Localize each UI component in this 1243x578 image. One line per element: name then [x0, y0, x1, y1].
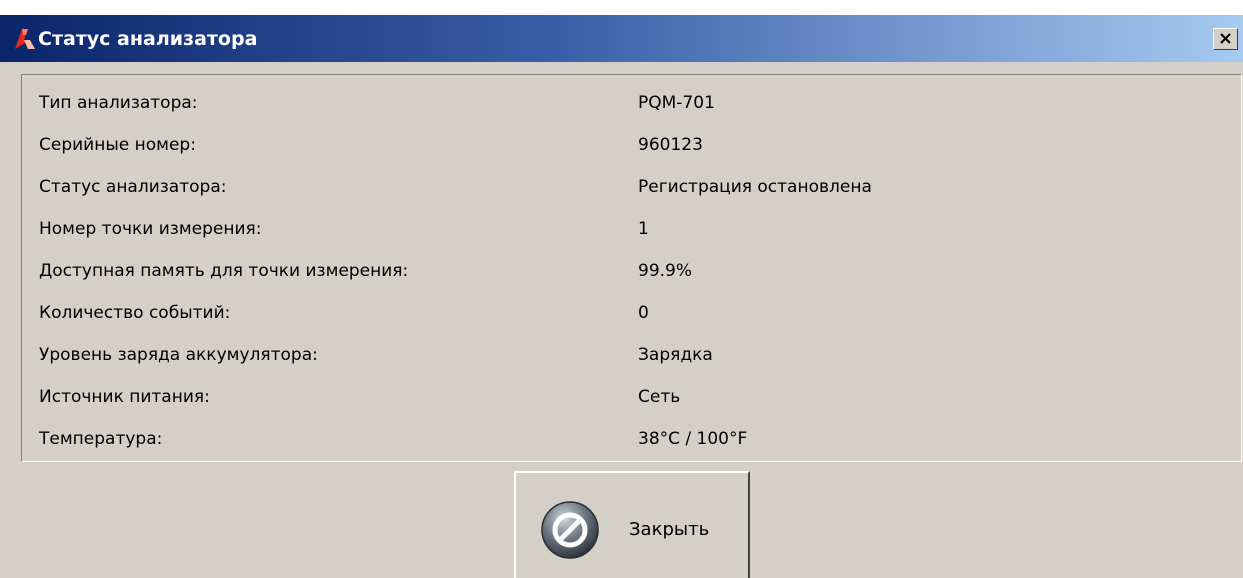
close-button[interactable]: Закрыть [514, 471, 750, 578]
row-power-source: Источник питания: Сеть [39, 382, 1229, 412]
field-value: 0 [638, 303, 649, 323]
cancel-icon [541, 501, 599, 559]
field-label: Номер точки измерения: [39, 219, 262, 239]
field-value: 38°C / 100°F [638, 429, 748, 449]
row-serial-number: Серийные номер: 960123 [39, 130, 1229, 160]
row-measurement-point: Номер точки измерения: 1 [39, 214, 1229, 244]
field-value: 1 [638, 219, 649, 239]
row-event-count: Количество событий: 0 [39, 298, 1229, 328]
status-panel: Тип анализатора: PQM-701 Серийные номер:… [21, 74, 1242, 462]
row-analyzer-status: Статус анализатора: Регистрация остановл… [39, 172, 1229, 202]
close-window-button[interactable] [1213, 28, 1238, 50]
window-title: Статус анализатора [38, 28, 258, 50]
app-logo-icon [15, 29, 35, 49]
row-analyzer-type: Тип анализатора: PQM-701 [39, 88, 1229, 118]
status-dialog: Статус анализатора Тип анализатора: PQM-… [0, 15, 1243, 578]
field-value: Зарядка [638, 345, 713, 365]
field-label: Количество событий: [39, 303, 231, 323]
close-icon [1220, 33, 1231, 44]
field-value: PQM-701 [638, 93, 715, 113]
field-label: Тип анализатора: [39, 93, 198, 113]
field-label: Источник питания: [39, 387, 210, 407]
row-available-memory: Доступная память для точки измерения: 99… [39, 256, 1229, 286]
field-value: Сеть [638, 387, 681, 407]
field-label: Статус анализатора: [39, 177, 227, 197]
field-value: 99.9% [638, 261, 693, 281]
field-value: 960123 [638, 135, 703, 155]
row-battery-level: Уровень заряда аккумулятора: Зарядка [39, 340, 1229, 370]
field-label: Доступная память для точки измерения: [39, 261, 409, 281]
close-button-label: Закрыть [629, 519, 710, 540]
field-label: Уровень заряда аккумулятора: [39, 345, 318, 365]
row-temperature: Температура: 38°C / 100°F [39, 424, 1229, 454]
field-label: Температура: [39, 429, 163, 449]
field-label: Серийные номер: [39, 135, 196, 155]
title-bar[interactable]: Статус анализатора [0, 15, 1243, 62]
field-value: Регистрация остановлена [638, 177, 872, 197]
